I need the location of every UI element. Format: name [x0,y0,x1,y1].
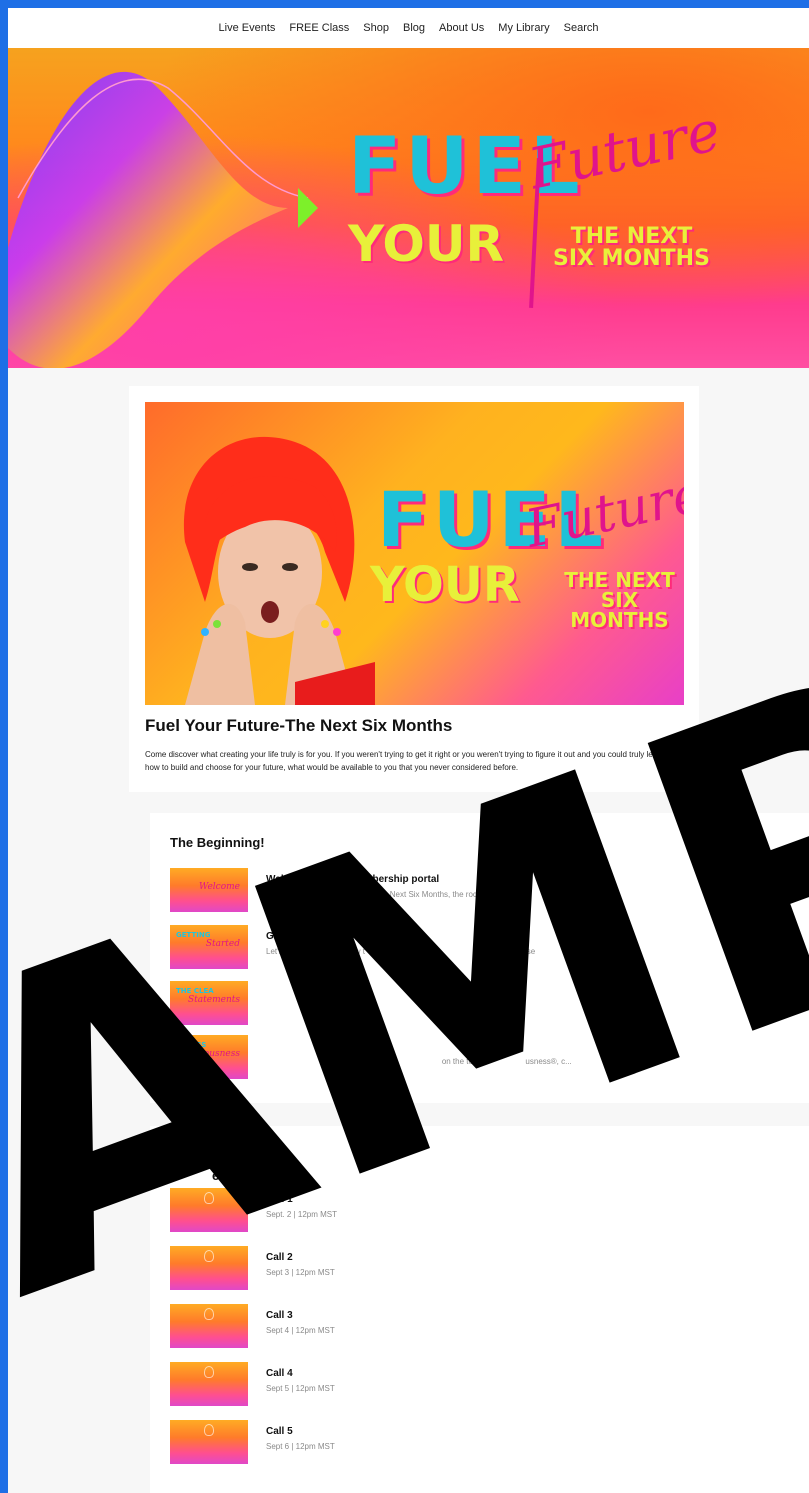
thumb-tag-text: ACCESS [176,1041,207,1049]
hero-banner: FUEL YOUR THE NEXT SIX MONTHS Future [8,48,809,368]
lesson-item[interactable]: GETTING Started Getting Started Let's ge… [170,925,809,973]
lesson-thumbnail [170,1304,248,1348]
lesson-subtitle: Let's get started with a few t mus Exerc… [266,947,639,956]
lesson-subtitle: Welcome to Fuel Your Future, The Next Si… [266,890,512,899]
hero-six-months-text: SIX MONTHS [553,246,710,271]
lesson-title[interactable]: Getting Started [266,931,338,942]
product-description: Come discover what creating your life tr… [145,750,665,772]
lesson-title[interactable]: Call 5 [266,1426,293,1437]
lesson-subtitle: Sept 4 | 12pm MST [266,1326,335,1335]
card-six-months-text: SIX MONTHS [570,588,669,632]
nav-live-events[interactable]: Live Events [219,22,276,34]
lesson-subtitle-part: usness®, c... [525,1057,572,1066]
product-title[interactable]: Fuel Your Future-The Next Six Months [145,716,452,736]
lesson-thumbnail [170,1246,248,1290]
lesson-title[interactable]: s [366,1041,372,1052]
lesson-subtitle-part: on the tools [441,1057,484,1066]
lesson-thumbnail: GETTING Started [170,925,248,969]
section-title: The Beginning! [170,835,265,850]
thumb-script-text: Consciousness [173,1049,240,1059]
thumb-ring-graphic [204,1308,214,1320]
lesson-subtitle-part: mus Exercise [487,947,536,956]
lesson-subtitle: Sept 5 | 12pm MST [266,1384,335,1393]
lesson-item[interactable]: Call 2 Sept 3 | 12pm MST [170,1246,809,1294]
lesson-title[interactable]: Call 2 [266,1252,293,1263]
wave-graphic [8,71,318,368]
nav-my-library[interactable]: My Library [498,22,549,34]
top-nav: Live Events FREE Class Shop Blog About U… [8,8,809,48]
nav-shop[interactable]: Shop [363,22,389,34]
lesson-thumbnail [170,1362,248,1406]
thumb-script-text: Statements [188,995,240,1005]
lesson-thumbnail [170,1188,248,1232]
lesson-subtitle-part: Let's get started with a few t [266,947,365,956]
lesson-item[interactable]: Call 1 Sept. 2 | 12pm MST [170,1188,809,1236]
lesson-item[interactable]: Call 4 Sept 5 | 12pm MST [170,1362,809,1410]
lesson-subtitle-part: ousness® Cl [455,1003,502,1012]
lesson-subtitle: Sept. 2 | 12pm MST [266,1210,337,1219]
lesson-title[interactable]: Call 1 [266,1194,293,1205]
lesson-item[interactable]: Welcome Welcome to your membership porta… [170,868,809,916]
thumb-script-text: Welcome [198,882,240,892]
lesson-title[interactable]: Clearing S [322,987,371,998]
lesson-title[interactable]: Call 4 [266,1368,293,1379]
woman-graphic [183,436,375,705]
thumb-ring-graphic [204,1192,214,1204]
hero-future-script: Future [523,98,727,203]
section-calls: e Call 1 Sept. 2 | 12pm MST Call 2 Sept … [150,1126,809,1493]
lesson-subtitle: Sept 6 | 12pm MST [266,1442,335,1451]
lesson-item[interactable]: Call 5 Sept 6 | 12pm MST [170,1420,809,1468]
lesson-thumbnail: THE CLEA Statements [170,981,248,1025]
lesson-thumbnail: ACCESS Consciousness [170,1035,248,1079]
lesson-subtitle-part: s and [320,1057,340,1066]
thumb-tag-text: THE CLEA [176,987,214,995]
lesson-subtitle: and ousness® Cl [360,1003,501,1012]
section-title: e [212,1168,220,1183]
card-your-text: YOUR [370,557,520,613]
lesson-thumbnail [170,1420,248,1464]
lesson-thumbnail: Welcome [170,868,248,912]
lesson-item[interactable]: Call 3 Sept 4 | 12pm MST [170,1304,809,1352]
hero-next-text: THE NEXT [570,224,693,249]
hero-your-text: YOUR [348,215,505,273]
lesson-subtitle: s and on the tools usness®, c... [320,1057,572,1066]
thumb-ring-graphic [204,1424,214,1436]
lesson-title[interactable]: Welcome to your membership portal [266,874,439,885]
nav-free-class[interactable]: FREE Class [289,22,349,34]
nav-search[interactable]: Search [564,22,599,34]
product-card[interactable]: FUEL YOUR THE NEXT SIX MONTHS Future Fue… [129,386,699,792]
lesson-subtitle-part: at any tim... [597,947,639,956]
lesson-item[interactable]: ACCESS Consciousness s s and on the tool… [170,1035,809,1083]
thumb-ring-graphic [204,1250,214,1262]
nav-blog[interactable]: Blog [403,22,425,34]
lesson-subtitle-part: and [360,1003,374,1012]
lesson-subtitle: Sept 3 | 12pm MST [266,1268,335,1277]
thumb-tag-text: GETTING [176,931,211,939]
product-image: FUEL YOUR THE NEXT SIX MONTHS Future [145,402,684,705]
lesson-item[interactable]: THE CLEA Statements Clearing S and ousne… [170,981,809,1029]
thumb-ring-graphic [204,1366,214,1378]
nav-about-us[interactable]: About Us [439,22,484,34]
thumb-script-text: Started [205,939,240,949]
section-the-beginning: The Beginning! Welcome Welcome to your m… [150,813,809,1103]
lesson-title[interactable]: Call 3 [266,1310,293,1321]
card-next-text: THE NEXT [564,568,675,592]
